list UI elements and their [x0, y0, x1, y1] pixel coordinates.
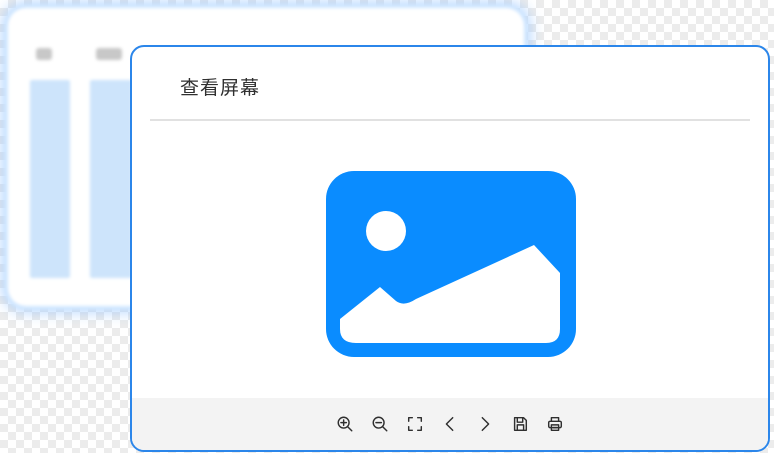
- dialog-title: 查看屏幕: [180, 77, 261, 99]
- title-divider: [150, 119, 750, 121]
- save-button[interactable]: [508, 412, 533, 437]
- save-icon: [513, 416, 528, 432]
- screen-viewer-dialog: 查看屏幕: [130, 45, 770, 452]
- zoom-in-icon: [337, 416, 353, 432]
- print-icon: [547, 416, 563, 432]
- viewer-toolbar: [132, 398, 768, 450]
- fullscreen-icon: [407, 416, 423, 432]
- background-column-header: [36, 48, 52, 60]
- next-button[interactable]: [473, 412, 498, 437]
- zoom-out-button[interactable]: [368, 412, 393, 437]
- background-column: [30, 80, 70, 278]
- zoom-in-button[interactable]: [333, 412, 358, 437]
- image-placeholder-icon: [326, 171, 576, 357]
- previous-button[interactable]: [438, 412, 463, 437]
- print-button[interactable]: [543, 412, 568, 437]
- chevron-right-icon: [481, 416, 490, 432]
- chevron-left-icon: [445, 416, 454, 432]
- zoom-out-icon: [372, 416, 388, 432]
- background-column: [90, 80, 132, 278]
- background-column-header: [96, 48, 122, 60]
- fullscreen-button[interactable]: [403, 412, 428, 437]
